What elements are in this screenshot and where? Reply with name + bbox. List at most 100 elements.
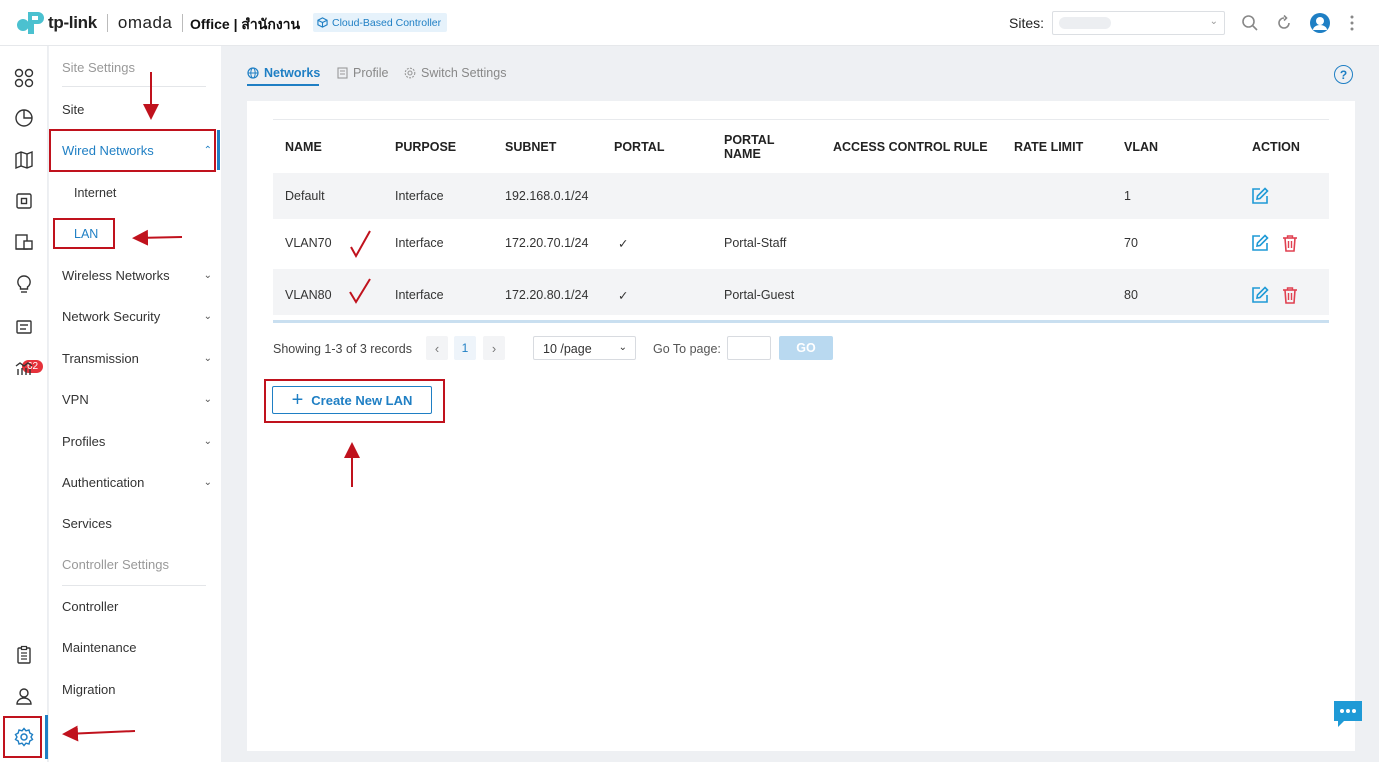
dashboard-icon[interactable] <box>12 66 36 90</box>
go-button[interactable]: GO <box>779 336 833 360</box>
site-settings-heading: Site Settings <box>62 60 135 75</box>
chevron-down-icon: ⌄ <box>1209 16 1218 27</box>
menu-item-migration[interactable]: Migration <box>62 679 212 699</box>
next-page-button[interactable]: › <box>483 336 505 360</box>
menu-item-wireless-networks[interactable]: Wireless Networks ⌄ <box>62 265 212 285</box>
annotation-highlight-settings <box>3 716 42 758</box>
table-row: Default Interface 192.168.0.1/24 1 <box>273 173 1329 219</box>
tplink-logo-icon <box>17 12 44 34</box>
chevron-down-icon: ⌄ <box>203 476 212 488</box>
tab-profile[interactable]: Profile <box>337 66 388 80</box>
divider <box>182 14 184 32</box>
cell-name: Default <box>285 189 325 203</box>
menu-item-transmission[interactable]: Transmission ⌄ <box>62 348 212 368</box>
col-vlan: VLAN <box>1124 140 1159 154</box>
sites-label: Sites: <box>1009 15 1045 31</box>
menu-item-label: Site <box>62 101 85 117</box>
log-icon[interactable] <box>12 314 36 338</box>
cell-purpose: Interface <box>395 236 444 250</box>
col-portal-name-line1: PORTAL <box>724 133 775 147</box>
delete-icon[interactable] <box>1281 234 1299 252</box>
help-icon[interactable]: ? <box>1334 65 1353 84</box>
menu-item-vpn[interactable]: VPN ⌄ <box>62 389 212 409</box>
goto-page-input[interactable] <box>727 336 771 360</box>
goto-label: Go To page: <box>653 342 721 356</box>
cell-vlan: 80 <box>1124 288 1138 302</box>
menu-item-label: Maintenance <box>62 639 137 655</box>
menu-item-label: Services <box>62 515 112 531</box>
menu-item-maintenance[interactable]: Maintenance <box>62 637 212 657</box>
clients-icon[interactable] <box>12 230 36 254</box>
menu-item-authentication[interactable]: Authentication ⌄ <box>62 472 212 492</box>
divider <box>106 14 108 32</box>
map-icon[interactable] <box>12 148 36 172</box>
report-icon[interactable] <box>12 356 36 380</box>
logo-text: tp-link <box>48 13 97 32</box>
annotation-highlight-create-button <box>264 379 445 423</box>
site-title: Office | สำนักงาน <box>190 16 301 32</box>
edit-icon[interactable] <box>1251 286 1269 304</box>
menu-item-services[interactable]: Services <box>62 513 212 533</box>
menu-item-label: Network Security <box>62 308 161 324</box>
page-number-button[interactable]: 1 <box>454 336 476 360</box>
menu-item-profiles[interactable]: Profiles ⌄ <box>62 431 212 451</box>
insight-icon[interactable] <box>12 272 36 296</box>
tplink-logo[interactable]: tp-link omada <box>16 10 193 36</box>
cell-purpose: Interface <box>395 189 444 203</box>
prev-page-button[interactable]: ‹ <box>426 336 448 360</box>
cell-subnet: 192.168.0.1/24 <box>505 189 589 203</box>
devices-icon[interactable] <box>12 189 36 213</box>
cell-name: VLAN70 <box>285 236 332 250</box>
menu-item-internet[interactable]: Internet <box>74 186 116 200</box>
delete-icon[interactable] <box>1281 286 1299 304</box>
chevron-down-icon: ⌄ <box>203 310 212 322</box>
menu-item-label: Wireless Networks <box>62 267 170 283</box>
user-avatar-icon[interactable] <box>1308 11 1332 35</box>
more-vertical-icon[interactable] <box>1340 11 1364 35</box>
chevron-down-icon: ⌄ <box>203 435 212 447</box>
menu-item-label: Migration <box>62 681 116 697</box>
menu-item-label: VPN <box>62 391 89 407</box>
menu-item-label: Controller <box>62 598 119 614</box>
globe-icon <box>247 67 259 79</box>
menu-item-controller[interactable]: Controller <box>62 596 212 616</box>
chevron-down-icon: ⌄ <box>203 352 212 364</box>
page-size-select[interactable]: 10 /page ⌄ <box>533 336 636 360</box>
product-name: omada <box>117 13 173 32</box>
menu-active-indicator <box>217 130 220 170</box>
table-header: NAME PURPOSE SUBNET PORTAL PORTAL NAME A… <box>273 119 1329 173</box>
cell-portal-name: Portal-Staff <box>724 236 787 250</box>
col-action: ACTION <box>1252 140 1300 154</box>
col-subnet: SUBNET <box>505 140 557 154</box>
tab-networks[interactable]: Networks <box>247 66 320 80</box>
menu-item-label: Authentication <box>62 474 145 490</box>
statistics-icon[interactable] <box>12 106 36 130</box>
cell-portal-name: Portal-Guest <box>724 288 795 302</box>
cell-vlan: 70 <box>1124 236 1138 250</box>
gear-icon <box>404 67 416 79</box>
edit-icon[interactable] <box>1251 187 1269 205</box>
cell-subnet: 172.20.80.1/24 <box>505 288 589 302</box>
col-rate-limit: RATE LIMIT <box>1014 140 1084 154</box>
search-icon[interactable] <box>1238 11 1262 35</box>
chat-icon[interactable] <box>1332 699 1364 729</box>
refresh-icon[interactable] <box>1272 11 1296 35</box>
menu-item-site[interactable]: Site <box>62 99 212 119</box>
tab-switch-settings[interactable]: Switch Settings <box>404 66 506 80</box>
col-acl: ACCESS CONTROL RULE <box>833 140 988 154</box>
sites-select[interactable]: ⌄ <box>1052 11 1225 35</box>
edit-icon[interactable] <box>1251 234 1269 252</box>
top-bar: tp-link omada Office | สำนักงาน Cloud-Ba… <box>0 0 1379 46</box>
cell-name: VLAN80 <box>285 288 332 302</box>
cell-portal-check: ✓ <box>618 289 629 303</box>
table-bottom-border <box>273 320 1329 323</box>
cloud-controller-badge: Cloud-Based Controller <box>313 13 448 32</box>
col-portal-name: PORTAL NAME <box>724 133 774 161</box>
chevron-down-icon: ⌄ <box>618 342 627 353</box>
divider <box>62 585 206 586</box>
audit-log-icon[interactable] <box>12 643 36 667</box>
account-icon[interactable] <box>12 684 36 708</box>
col-portal-name-line2: NAME <box>724 147 761 161</box>
col-name: NAME <box>285 140 322 154</box>
menu-item-network-security[interactable]: Network Security ⌄ <box>62 306 212 326</box>
